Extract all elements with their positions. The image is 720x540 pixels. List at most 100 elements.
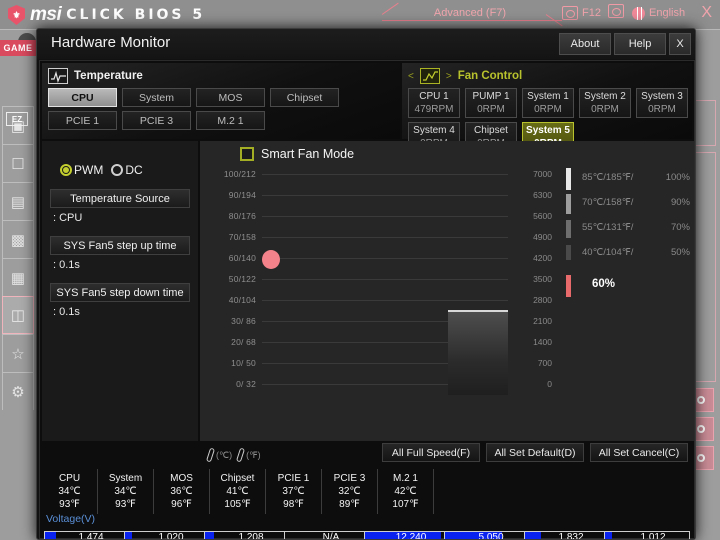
- fan-rpm: 479RPM: [414, 104, 454, 115]
- monitor-icon: ☐: [11, 155, 25, 173]
- legend-swatch: [566, 220, 571, 238]
- legend-duty: 70%: [670, 222, 690, 233]
- fan-curve-point[interactable]: [262, 250, 280, 269]
- voltage-header: Voltage(V): [46, 513, 96, 525]
- legend-swatch: [566, 245, 571, 260]
- nav-item-storage[interactable]: ▩: [2, 220, 34, 258]
- temp-fahrenheit: 107℉: [392, 499, 419, 510]
- all-set-cancel-button[interactable]: All Set Cancel(C): [590, 443, 688, 462]
- temp-tab-m21[interactable]: M.2 1: [196, 111, 265, 130]
- fan-tile-system3[interactable]: System 3 0RPM: [636, 88, 688, 118]
- chart-plot-area: 100/212 7000 90/194 6300 80/176 5600 70/…: [200, 167, 694, 463]
- ez-badge: EZ: [6, 112, 28, 126]
- gridline: [262, 300, 508, 301]
- screenshot-button[interactable]: F12: [562, 4, 601, 22]
- y-tick-left: 40/104: [228, 295, 256, 305]
- temperature-tabs-row-2: PCIE 1 PCIE 3 M.2 1: [42, 107, 400, 130]
- dialog-body: Temperature CPU System MOS Chipset PCIE …: [39, 60, 695, 539]
- nav-item-monitor[interactable]: ☐: [2, 144, 34, 182]
- nav-item-favorites[interactable]: ☆: [2, 334, 34, 372]
- hardware-monitor-icon: ◫: [10, 307, 26, 324]
- fan-tile-pump1[interactable]: PUMP 1 0RPM: [465, 88, 517, 118]
- all-full-speed-button[interactable]: All Full Speed(F): [382, 443, 480, 462]
- temp-celsius: 34℃: [114, 486, 137, 497]
- nav-item-memory[interactable]: ▤: [2, 182, 34, 220]
- temp-tab-cpu[interactable]: CPU: [48, 88, 117, 107]
- temp-readout-system: System 34℃ 93℉: [98, 469, 154, 514]
- temperature-title: Temperature: [74, 70, 143, 82]
- nav-item-boot[interactable]: ▦: [2, 258, 34, 296]
- step-down-time-button[interactable]: SYS Fan5 step down time: [50, 283, 190, 302]
- nav-item-hardware-monitor[interactable]: ◫: [2, 296, 34, 334]
- nav-item-settings[interactable]: ⚙: [2, 372, 34, 410]
- fan-next-arrow-icon[interactable]: >: [446, 71, 452, 82]
- fan-control-header: < > Fan Control: [402, 63, 692, 84]
- dc-label: DC: [125, 163, 143, 177]
- fan-tile-cpu1[interactable]: CPU 1 479RPM: [408, 88, 460, 118]
- temp-fahrenheit: 98℉: [283, 499, 304, 510]
- temp-readout-pcie3: PCIE 3 32℃ 89℉: [322, 469, 378, 514]
- y-tick-right: 0: [547, 379, 552, 389]
- fan-dot-icon: [697, 454, 705, 462]
- step-up-time-value: : 0.1s: [53, 259, 80, 271]
- y-tick-right: 1400: [533, 337, 552, 347]
- all-set-default-button[interactable]: All Set Default(D): [486, 443, 584, 462]
- dc-radio[interactable]: [111, 164, 124, 176]
- temp-tab-mos[interactable]: MOS: [196, 88, 265, 107]
- dialog-close-button[interactable]: X: [669, 33, 691, 55]
- temperature-source-field: Temperature Source : CPU: [50, 189, 190, 224]
- temp-tab-pcie3[interactable]: PCIE 3: [122, 111, 191, 130]
- y-tick-left: 70/158: [228, 232, 256, 242]
- action-buttons: All Full Speed(F) All Set Default(D) All…: [382, 443, 688, 462]
- y-tick-right: 4900: [533, 232, 552, 242]
- y-tick-left: 0/ 32: [236, 379, 256, 389]
- legend-duty: 90%: [670, 197, 690, 208]
- storage-icon: ▩: [10, 231, 26, 249]
- fan-tile-system1[interactable]: System 1 0RPM: [522, 88, 574, 118]
- temp-tab-chipset[interactable]: Chipset: [270, 88, 339, 107]
- about-button[interactable]: About: [559, 33, 611, 55]
- fan-tile-system2[interactable]: System 2 0RPM: [579, 88, 631, 118]
- y-tick-left: 20/ 68: [231, 337, 256, 347]
- fan-graph-icon: [419, 68, 440, 84]
- smart-fan-mode-label: Smart Fan Mode: [261, 147, 355, 161]
- current-duty-swatch: [566, 275, 571, 297]
- search-button[interactable]: [608, 4, 624, 18]
- step-down-time-field: SYS Fan5 step down time : 0.1s: [50, 283, 190, 318]
- voltage-dram: 1.208 DRAM: [204, 525, 284, 539]
- y-tick-left: 80/176: [228, 211, 256, 221]
- search-icon: [608, 4, 624, 18]
- smart-fan-mode-checkbox[interactable]: [240, 147, 254, 161]
- voltage-value: 5.050: [478, 532, 504, 540]
- pwm-radio[interactable]: [60, 164, 72, 176]
- temperature-source-button[interactable]: Temperature Source: [50, 189, 190, 208]
- advanced-mode-button[interactable]: Advanced (F7): [400, 3, 540, 23]
- y-tick-right: 6300: [533, 190, 552, 200]
- temp-fahrenheit: 93℉: [59, 499, 80, 510]
- language-button[interactable]: English: [632, 4, 685, 22]
- temp-name: System: [108, 473, 143, 484]
- pwm-label: PWM: [74, 163, 104, 177]
- temperature-section: Temperature CPU System MOS Chipset PCIE …: [42, 63, 400, 139]
- fan-name: System 1: [527, 91, 569, 102]
- msi-shield-icon: ⚜: [8, 5, 25, 25]
- help-button[interactable]: Help: [614, 33, 666, 55]
- bios-close-button[interactable]: X: [701, 4, 712, 22]
- legend-temp: 40℃/104℉/: [582, 247, 634, 258]
- y-tick-right: 700: [537, 358, 552, 368]
- temp-celsius: 36℃: [170, 486, 193, 497]
- msi-wordmark: msi: [30, 4, 62, 25]
- voltage-cpu-1p8: 1.832 CPU 1P8: [524, 525, 604, 539]
- fan-rpm: 0RPM: [534, 104, 562, 115]
- fan-name: System 2: [584, 91, 626, 102]
- voltage-value: N/A: [322, 532, 340, 540]
- fan-control-title: Fan Control: [457, 70, 523, 82]
- temp-tab-pcie1[interactable]: PCIE 1: [48, 111, 117, 130]
- camera-icon: [562, 6, 578, 20]
- temp-tab-system[interactable]: System: [122, 88, 191, 107]
- y-tick-left: 100/212: [223, 169, 256, 179]
- fan-prev-arrow-icon[interactable]: <: [408, 71, 414, 82]
- step-up-time-field: SYS Fan5 step up time : 0.1s: [50, 236, 190, 271]
- step-up-time-button[interactable]: SYS Fan5 step up time: [50, 236, 190, 255]
- temp-name: MOS: [170, 473, 193, 484]
